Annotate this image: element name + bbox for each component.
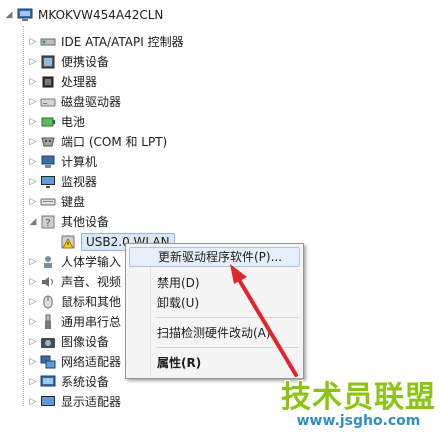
watermark-title: 技术员联盟: [281, 380, 436, 415]
watermark: 技术员联盟 www.jsgho.com: [281, 380, 436, 430]
watermark-url: www.jsgho.com: [296, 413, 421, 429]
red-arrow-annotation: [230, 264, 298, 377]
